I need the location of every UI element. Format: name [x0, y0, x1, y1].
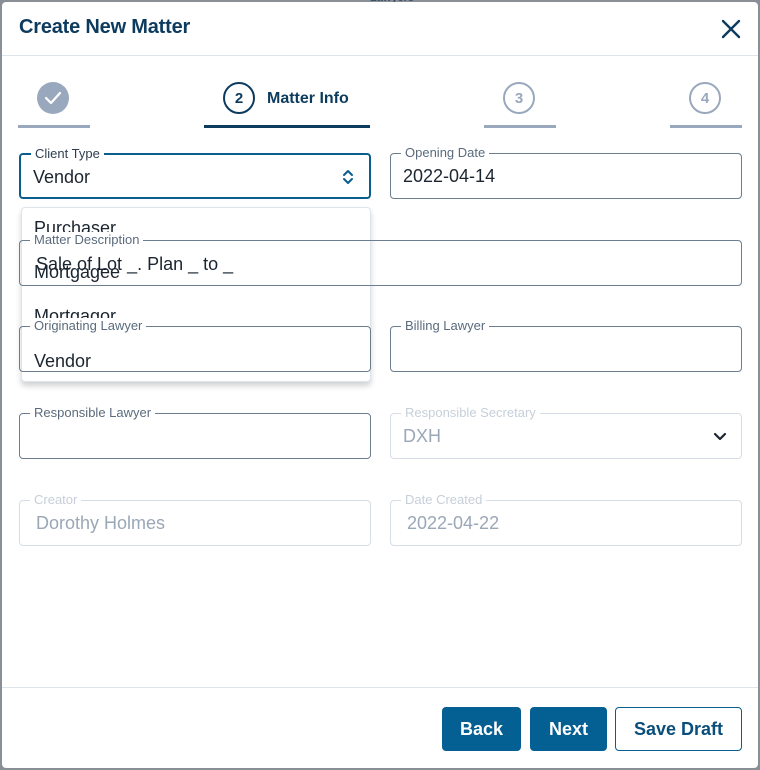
- originating-lawyer-field[interactable]: Originating Lawyer: [19, 318, 371, 372]
- opening-date-value: 2022-04-14: [403, 166, 496, 186]
- save-draft-button[interactable]: Save Draft: [615, 707, 742, 751]
- opening-date-label: Opening Date: [401, 145, 490, 161]
- step-3[interactable]: 3: [484, 80, 556, 128]
- matter-description-value: Sale of Lot _. Plan _ to _: [36, 254, 234, 274]
- dialog-footer: Back Next Save Draft: [2, 687, 758, 768]
- creator-field: Creator Dorothy Holmes: [19, 492, 371, 546]
- dialog-title: Create New Matter: [19, 16, 191, 38]
- chevron-up-down-icon: [343, 170, 353, 184]
- step-4[interactable]: 4: [670, 80, 742, 128]
- responsible-secretary-value: DXH: [403, 426, 442, 446]
- close-icon: [721, 19, 741, 39]
- create-matter-dialog: Create New Matter 2 Matter Info 3 4 Clie…: [2, 2, 758, 768]
- step-1[interactable]: [18, 80, 90, 128]
- opening-date-field[interactable]: Opening Date 2022-04-14: [390, 145, 742, 199]
- step-3-circle: 3: [503, 82, 535, 114]
- check-icon: [44, 91, 62, 105]
- step-3-bar: [484, 125, 556, 128]
- billing-lawyer-label: Billing Lawyer: [401, 318, 490, 334]
- responsible-lawyer-label: Responsible Lawyer: [30, 405, 156, 421]
- stepper: 2 Matter Info 3 4: [2, 80, 758, 130]
- client-type-select[interactable]: Client Type Vendor: [19, 146, 371, 199]
- date-created-field: Date Created 2022-04-22: [390, 492, 742, 546]
- step-2-bar: [204, 125, 370, 128]
- next-button[interactable]: Next: [530, 707, 607, 751]
- close-button[interactable]: [720, 18, 742, 40]
- responsible-lawyer-field[interactable]: Responsible Lawyer: [19, 405, 371, 459]
- step-2[interactable]: 2 Matter Info: [204, 80, 370, 128]
- chevron-down-icon: [713, 432, 727, 441]
- matter-description-field[interactable]: Matter Description Sale of Lot _. Plan _…: [19, 232, 742, 286]
- creator-label: Creator: [30, 492, 82, 508]
- responsible-secretary-label: Responsible Secretary: [401, 405, 540, 421]
- step-2-circle: 2: [223, 82, 255, 114]
- step-2-label: Matter Info: [267, 90, 349, 107]
- step-1-bar: [18, 125, 90, 128]
- date-created-label: Date Created: [401, 492, 487, 508]
- date-created-value: 2022-04-22: [407, 513, 500, 533]
- originating-lawyer-label: Originating Lawyer: [30, 318, 147, 334]
- billing-lawyer-field[interactable]: Billing Lawyer: [390, 318, 742, 372]
- step-4-circle: 4: [689, 82, 721, 114]
- creator-value: Dorothy Holmes: [36, 513, 166, 533]
- client-type-value: Vendor: [33, 167, 91, 187]
- client-type-label: Client Type: [31, 146, 104, 162]
- step-4-bar: [670, 125, 742, 128]
- responsible-secretary-select[interactable]: Responsible Secretary DXH: [390, 405, 742, 459]
- step-1-circle: [37, 82, 69, 114]
- back-button[interactable]: Back: [442, 707, 521, 751]
- matter-description-label: Matter Description: [30, 232, 144, 248]
- dialog-header: Create New Matter: [2, 2, 758, 56]
